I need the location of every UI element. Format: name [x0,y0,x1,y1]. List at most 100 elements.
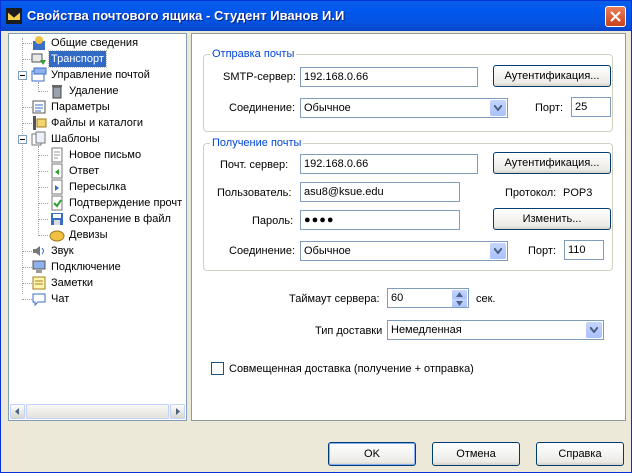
dropdown-button[interactable] [490,243,506,259]
tree-item-label: Удаление [69,85,119,97]
timeout-input[interactable]: 60 [387,288,469,308]
transport-icon [31,53,46,65]
delivery-type-value: Немедленная [391,324,462,336]
timeout-label: Таймаут сервера: [289,293,380,305]
tree-item-save-to-file[interactable]: Сохранение в файл [9,211,185,227]
tree-item-forward[interactable]: Пересылка [9,179,185,195]
tree-item-label: Заметки [51,277,94,289]
tree-item-chat[interactable]: Чат [9,291,185,307]
combined-delivery-label: Совмещенная доставка (получение + отправ… [229,363,474,375]
new-letter-icon [51,147,63,163]
scroll-left-button[interactable] [10,404,25,419]
notes-icon [32,276,46,290]
mottos-icon [49,230,65,242]
dropdown-button[interactable] [586,322,602,338]
ok-button[interactable]: OK [328,442,416,466]
spin-up-button[interactable] [452,290,467,299]
save-to-file-icon [51,213,63,225]
horizontal-scrollbar[interactable] [10,404,185,419]
timeout-unit: сек. [476,293,496,305]
user-label: Пользователь: [217,187,292,199]
send-connection-label: Соединение: [229,102,296,114]
arrow-up-icon [456,292,463,297]
close-button[interactable] [605,6,626,27]
tree-item-transport[interactable]: Транспорт [9,50,185,68]
receive-connection-label: Соединение: [229,245,296,257]
send-auth-button[interactable]: Аутентификация... [493,65,611,87]
tree-item-mottos[interactable]: Девизы [9,227,185,243]
settings-tree[interactable]: Общие сведения Транспорт Управление почт… [8,33,187,421]
delete-icon [52,85,62,99]
title-bar[interactable]: Свойства почтового ящика - Студент Ивано… [1,1,631,31]
delivery-type-select[interactable]: Немедленная [387,320,604,340]
tree-item-mail-management[interactable]: Управление почтой [9,67,185,83]
tree-item-label: Новое письмо [69,149,142,161]
mailbox-properties-dialog: Свойства почтового ящика - Студент Ивано… [0,0,632,473]
app-icon [6,8,22,24]
tree-item-notes[interactable]: Заметки [9,275,185,291]
scroll-right-button[interactable] [170,404,185,419]
tree-item-parameters[interactable]: Параметры [9,99,185,115]
send-connection-select[interactable]: Обычное [300,98,508,118]
tree-item-label: Файлы и каталоги [51,117,143,129]
tree-item-files-folders[interactable]: Файлы и каталоги [9,115,185,131]
send-port-label: Порт: [535,102,563,114]
read-confirm-icon [51,195,63,211]
receive-port-input[interactable]: 110 [564,240,604,260]
tree-item-label: Подтверждение прочт [69,197,183,209]
password-input[interactable]: ●●●● [300,210,460,230]
tree-item-label: Пересылка [69,181,127,193]
receive-connection-select[interactable]: Обычное [300,241,508,261]
chevron-down-icon [590,327,598,333]
tree-item-label: Звук [51,245,74,257]
delivery-type-label: Тип доставки [315,325,383,337]
tree-item-reply[interactable]: Ответ [9,163,185,179]
send-port-input[interactable]: 25 [571,97,611,117]
smtp-server-input[interactable]: 192.168.0.66 [300,67,478,87]
combined-delivery-checkbox[interactable] [211,362,224,375]
scroll-thumb[interactable] [26,404,169,419]
tree-item-general[interactable]: Общие сведения [9,35,185,51]
tree-item-templates[interactable]: Шаблоны [9,131,185,147]
protocol-label: Протокол: [505,187,557,199]
change-password-button[interactable]: Изменить... [493,208,611,230]
sound-icon [33,246,44,256]
cancel-button[interactable]: Отмена [432,442,520,466]
timeout-value: 60 [391,292,404,304]
tree-item-label: Параметры [51,101,110,113]
mailbox-info-icon [33,36,45,50]
mail-server-input[interactable]: 192.168.0.66 [300,154,478,174]
send-connection-value: Обычное [304,102,351,114]
tree-item-label: Подключение [51,261,121,273]
collapse-icon[interactable] [18,135,27,144]
tree-item-read-confirmation[interactable]: Подтверждение прочт [9,195,185,211]
tree-item-new-letter[interactable]: Новое письмо [9,147,185,163]
help-button[interactable]: Справка [536,442,624,466]
tree-item-label: Девизы [69,229,108,241]
reply-icon [51,163,63,179]
transport-settings-panel: Отправка почты SMTP-сервер: 192.168.0.66… [191,33,626,421]
collapse-icon[interactable] [18,71,27,80]
tree-item-label: Транспорт [48,50,107,68]
receive-auth-button[interactable]: Аутентификация... [493,152,611,174]
mail-management-icon [31,67,47,82]
tree-item-sound[interactable]: Звук [9,243,185,259]
protocol-value: POP3 [563,187,593,199]
spin-down-button[interactable] [452,299,467,307]
tree-item-label: Сохранение в файл [69,213,171,225]
tree-item-label: Чат [51,293,70,305]
receive-group-title: Получение почты [210,137,304,149]
forward-icon [51,179,63,195]
tree-item-connection[interactable]: Подключение [9,259,185,275]
password-label: Пароль: [252,215,294,227]
parameters-icon [32,100,46,114]
timeout-spinner[interactable] [452,290,467,307]
connection-icon [32,260,46,273]
chevron-down-icon [494,248,502,254]
user-input[interactable]: asu8@ksue.edu [300,182,460,202]
files-folders-icon [33,116,47,130]
dropdown-button[interactable] [490,100,506,116]
tree-item-delete[interactable]: Удаление [9,83,185,99]
tree-item-label: Шаблоны [51,133,100,145]
window-title: Свойства почтового ящика - Студент Ивано… [27,8,345,23]
